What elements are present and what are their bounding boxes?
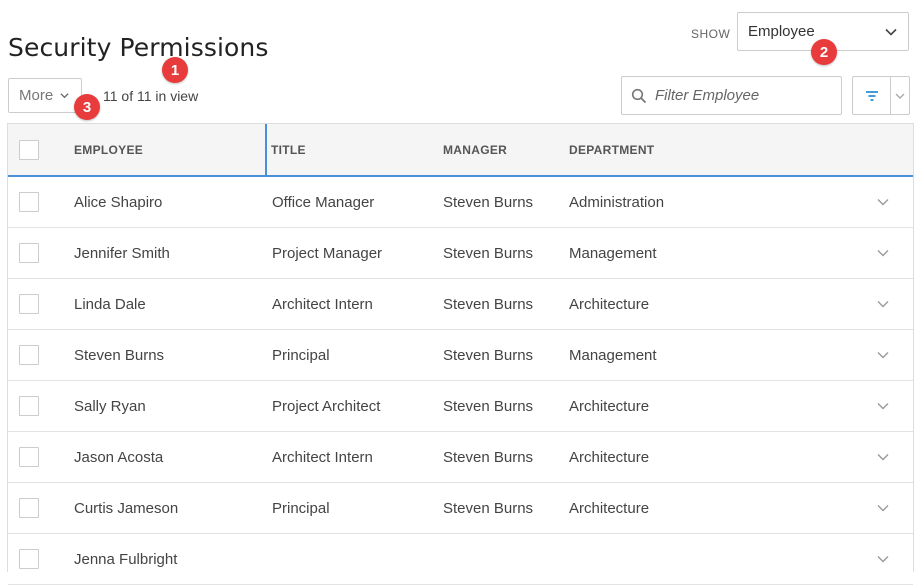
filter-options-dropdown[interactable]: [891, 77, 909, 114]
table-row[interactable]: Jason Acosta Architect Intern Steven Bur…: [8, 432, 913, 483]
employee-name: Jason Acosta: [74, 448, 164, 466]
filter-employee-field[interactable]: [621, 76, 842, 115]
employee-department: Architecture: [569, 397, 650, 415]
callout-badge-3: 3: [74, 94, 100, 120]
column-header-employee[interactable]: EMPLOYEE: [74, 124, 143, 175]
chevron-down-icon: [877, 505, 889, 512]
chevron-down-icon: [877, 454, 889, 461]
row-checkbox-cell: [19, 228, 39, 278]
employee-department: Administration: [569, 193, 665, 211]
row-checkbox-cell: [19, 381, 39, 431]
more-button[interactable]: More: [8, 78, 82, 113]
chevron-down-icon: [877, 352, 889, 359]
row-expand-button[interactable]: [876, 483, 890, 533]
chevron-down-icon: [877, 556, 889, 563]
row-expand-button[interactable]: [876, 330, 890, 380]
row-checkbox-cell: [19, 279, 39, 329]
view-count: 11 of 11 in view: [103, 88, 199, 104]
row-checkbox-cell: [19, 330, 39, 380]
row-expand-button[interactable]: [876, 177, 890, 227]
employee-name: Steven Burns: [74, 346, 165, 364]
column-header-department[interactable]: DEPARTMENT: [569, 124, 654, 175]
employee-department: Architecture: [569, 448, 650, 466]
employee-manager: Steven Burns: [443, 397, 534, 415]
chevron-down-icon: [877, 301, 889, 308]
column-resize-handle[interactable]: [265, 124, 267, 175]
table-row[interactable]: Sally Ryan Project Architect Steven Burn…: [8, 381, 913, 432]
table-row[interactable]: Alice Shapiro Office Manager Steven Burn…: [8, 177, 913, 228]
employee-department: Management: [569, 346, 657, 364]
callout-badge-2: 2: [811, 39, 837, 65]
row-checkbox-cell: [19, 177, 39, 227]
column-header-title[interactable]: TITLE: [271, 124, 306, 175]
search-icon: [631, 88, 647, 103]
callout-badge-1: 1: [162, 57, 188, 83]
employee-manager: Steven Burns: [443, 193, 534, 211]
employee-manager: Steven Burns: [443, 346, 534, 364]
employee-table: EMPLOYEE TITLE MANAGER DEPARTMENT Alice …: [7, 123, 914, 585]
table-row[interactable]: Jennifer Smith Project Manager Steven Bu…: [8, 228, 913, 279]
select-all-checkbox[interactable]: [19, 139, 39, 160]
row-expand-button[interactable]: [876, 534, 890, 584]
chevron-down-icon: [877, 250, 889, 257]
employee-manager: Steven Burns: [443, 448, 534, 466]
more-button-label: More: [19, 87, 54, 104]
row-checkbox-cell: [19, 432, 39, 482]
employee-name: Jenna Fulbright: [74, 550, 178, 568]
employee-department: Management: [569, 244, 657, 262]
employee-title: Principal: [272, 346, 330, 364]
column-header-manager[interactable]: MANAGER: [443, 124, 507, 175]
show-label: SHOW: [691, 27, 731, 41]
employee-name: Sally Ryan: [74, 397, 146, 415]
employee-title: Office Manager: [272, 193, 375, 211]
table-row[interactable]: Linda Dale Architect Intern Steven Burns…: [8, 279, 913, 330]
chevron-down-icon: [877, 403, 889, 410]
employee-title: Project Manager: [272, 244, 383, 262]
employee-name: Alice Shapiro: [74, 193, 163, 211]
employee-manager: Steven Burns: [443, 295, 534, 313]
row-checkbox-cell: [19, 534, 39, 584]
chevron-down-icon: [895, 93, 905, 99]
employee-title: Principal: [272, 499, 330, 517]
chevron-down-icon: [885, 28, 897, 36]
table-row[interactable]: Jenna Fulbright: [8, 534, 913, 585]
chevron-down-icon: [877, 199, 889, 206]
row-checkbox[interactable]: [19, 447, 39, 467]
table-row[interactable]: Steven Burns Principal Steven Burns Mana…: [8, 330, 913, 381]
row-expand-button[interactable]: [876, 381, 890, 431]
employee-name: Jennifer Smith: [74, 244, 170, 262]
row-expand-button[interactable]: [876, 279, 890, 329]
table-body: Alice Shapiro Office Manager Steven Burn…: [8, 177, 913, 585]
filter-employee-input[interactable]: [655, 87, 835, 104]
employee-title: Architect Intern: [272, 295, 373, 313]
table-header: EMPLOYEE TITLE MANAGER DEPARTMENT: [8, 124, 913, 177]
row-checkbox[interactable]: [19, 396, 39, 416]
filter-split-button[interactable]: [852, 76, 910, 115]
chevron-down-icon: [60, 93, 69, 99]
filter-button[interactable]: [853, 77, 891, 114]
employee-name: Curtis Jameson: [74, 499, 179, 517]
page-title: Security Permissions: [8, 32, 269, 62]
row-checkbox[interactable]: [19, 498, 39, 518]
employee-department: Architecture: [569, 499, 650, 517]
row-checkbox[interactable]: [19, 192, 39, 212]
employee-name: Linda Dale: [74, 295, 146, 313]
employee-department: Architecture: [569, 295, 650, 313]
select-all-cell: [19, 124, 39, 175]
filter-icon: [865, 90, 878, 101]
employee-manager: Steven Burns: [443, 499, 534, 517]
employee-title: Architect Intern: [272, 448, 373, 466]
employee-title: Project Architect: [272, 397, 381, 415]
row-checkbox[interactable]: [19, 243, 39, 263]
row-expand-button[interactable]: [876, 432, 890, 482]
row-checkbox[interactable]: [19, 549, 39, 569]
row-checkbox[interactable]: [19, 345, 39, 365]
row-checkbox-cell: [19, 483, 39, 533]
row-checkbox[interactable]: [19, 294, 39, 314]
show-select-value: Employee: [748, 23, 815, 40]
employee-manager: Steven Burns: [443, 244, 534, 262]
row-expand-button[interactable]: [876, 228, 890, 278]
table-row[interactable]: Curtis Jameson Principal Steven Burns Ar…: [8, 483, 913, 534]
